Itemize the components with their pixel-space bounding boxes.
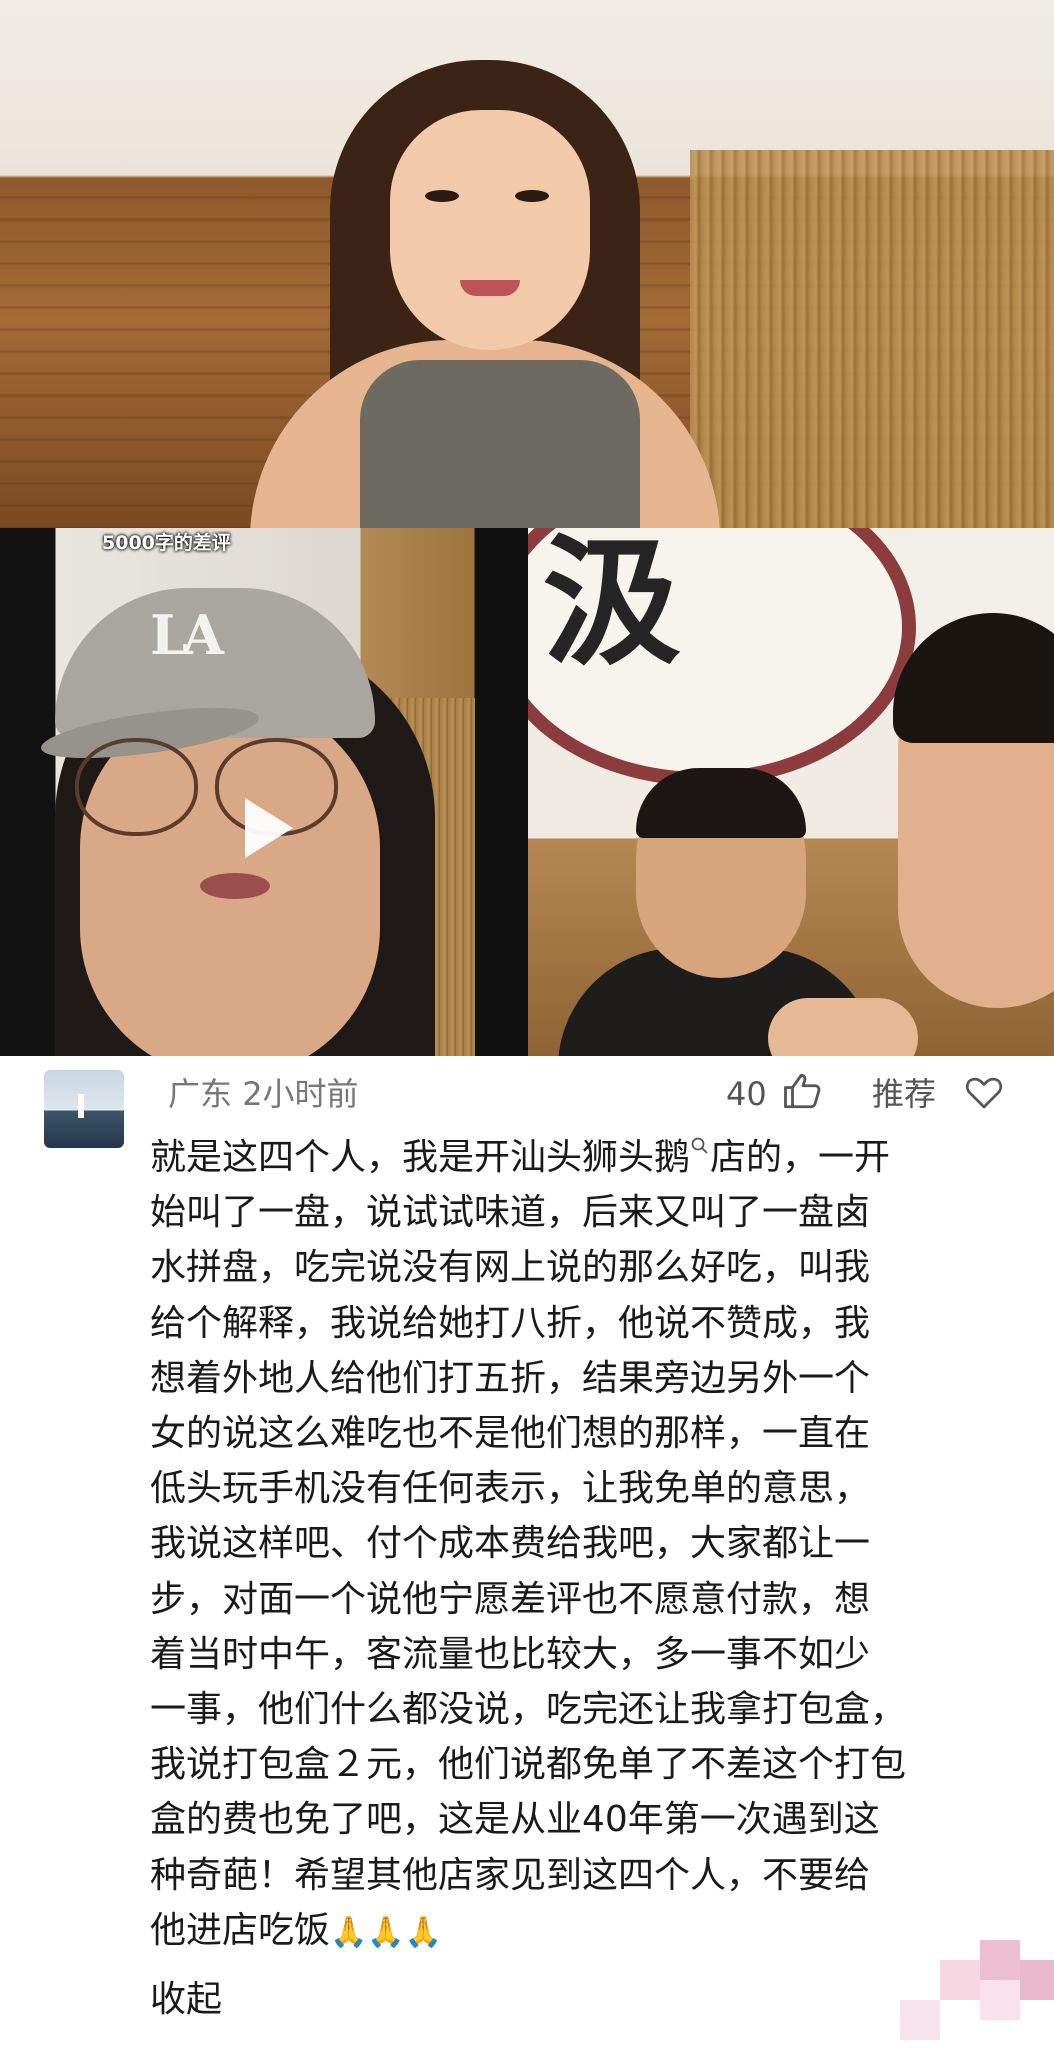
person-hair: [636, 768, 806, 838]
top-photo: [0, 0, 1054, 528]
comment-line: 我说打包盒２元，他们说都免单了不差这个打包: [150, 1744, 907, 1786]
mouth: [200, 873, 270, 899]
glasses: [75, 738, 198, 836]
comment-location: 广东: [168, 1075, 233, 1113]
comment-line: 水拼盘，吃完说没有网上说的那么好吃，叫我: [150, 1247, 871, 1289]
comment-card: 广东 2小时前 40 推荐 就是这四个人，我是开汕头狮头鹅 店的，一开 始叫了一盘…: [0, 1056, 1054, 2048]
comment-line: 步，对面一个说他宁愿差评也不愿意付款，想: [150, 1578, 871, 1620]
person-top: [360, 360, 640, 528]
comment-body: 就是这四个人，我是开汕头狮头鹅 店的，一开 始叫了一盘，说试试味道，后来又叫了一盘…: [150, 1130, 1030, 1960]
bamboo-panel: [690, 150, 1054, 528]
praying-hands-emoji: 🙏🙏🙏: [330, 1914, 443, 1950]
comment-line: 低头玩手机没有任何表示，让我免单的意思，: [150, 1468, 871, 1510]
eye: [515, 190, 549, 202]
eye: [425, 190, 459, 202]
like-count: 40: [726, 1075, 767, 1113]
comment-line: 始叫了一盘，说试试味道，后来又叫了一盘卤: [150, 1192, 871, 1234]
person-hair: [893, 613, 1054, 743]
comment-line: 种奇葩！希望其他店家见到这四个人，不要给: [150, 1854, 871, 1896]
comment-line: 想着外地人给他们打五折，结果旁边另外一个: [150, 1357, 871, 1399]
mouth: [460, 280, 520, 296]
comment-line: 给个解释，我说给她打八折，他说不赞成，我: [150, 1302, 871, 1344]
video-thumbnail-left[interactable]: LA 5000字的差评: [0, 528, 528, 1056]
search-icon[interactable]: [690, 1136, 710, 1156]
avatar[interactable]: [44, 1070, 124, 1148]
person-face: [390, 110, 590, 350]
comment-line-text: 他进店吃饭: [150, 1909, 331, 1951]
shop-sign: 汲: [528, 528, 916, 786]
comment-line: 女的说这么难吃也不是他们想的那样，一直在: [150, 1413, 871, 1455]
comment-line: 就是这四个人，我是开汕头狮头鹅 店的，一开: [150, 1130, 1030, 1185]
hand: [768, 998, 918, 1056]
thumbs-up-icon[interactable]: [782, 1070, 824, 1112]
comment-line-text: 店的，一开: [710, 1137, 891, 1178]
collapse-button[interactable]: 收起: [150, 1975, 222, 2025]
lighthouse: [78, 1094, 84, 1118]
comment-line: 盒的费也免了吧，这是从业40年第一次遇到这: [150, 1799, 880, 1841]
comment-line-text: 就是这四个人，我是开汕头狮头鹅: [150, 1137, 691, 1178]
shop-sign-text: 汲: [542, 528, 683, 685]
heart-icon[interactable]: [964, 1072, 1004, 1112]
recommend-button[interactable]: 推荐: [872, 1074, 936, 1114]
video-thumbnail-right[interactable]: 汲: [528, 528, 1054, 1056]
comment-line: 一事，他们什么都没说，吃完还让我拿打包盒，: [150, 1689, 907, 1731]
comment-meta: 广东 2小时前: [168, 1074, 359, 1114]
comment-line: 着当时中午，客流量也比较大，多一事不如少: [150, 1633, 871, 1675]
watermark-logo: [900, 1940, 1054, 2040]
video-caption: 5000字的差评: [102, 532, 231, 554]
comment-time: 2小时前: [242, 1075, 359, 1113]
play-icon[interactable]: [245, 798, 293, 858]
cap-logo: LA: [150, 603, 224, 667]
comment-line: 我说这样吧、付个成本费给我吧，大家都让一: [150, 1523, 871, 1565]
